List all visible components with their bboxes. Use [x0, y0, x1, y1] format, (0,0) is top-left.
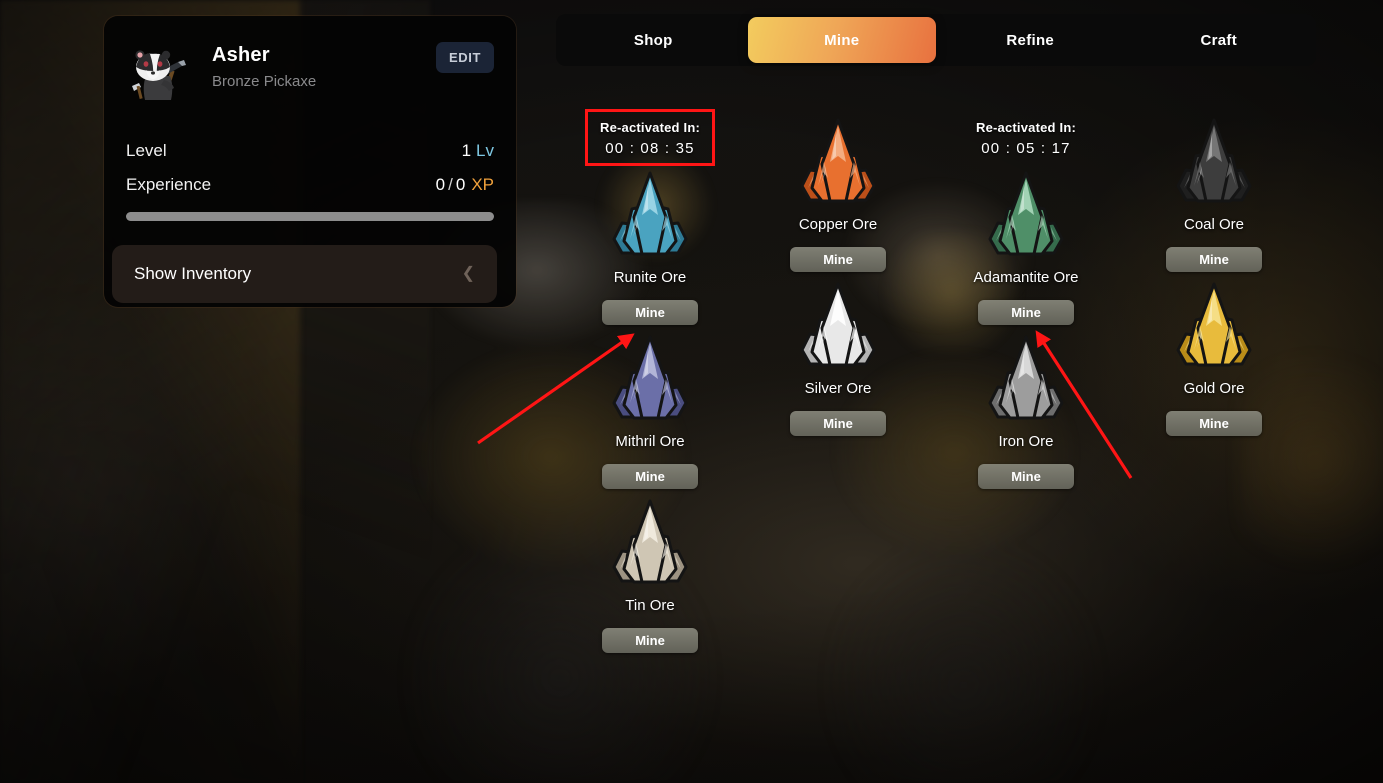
badger-miner-avatar-icon [126, 42, 198, 104]
mine-button-runite-ore[interactable]: Mine [602, 300, 698, 325]
gold-ore-icon [1166, 276, 1262, 376]
tab-shop[interactable]: Shop [559, 17, 748, 63]
level-unit: Lv [476, 141, 494, 160]
ore-card-copper-ore: Copper Ore Mine [744, 112, 932, 272]
copper-ore-icon [790, 112, 886, 212]
xp-unit: XP [471, 175, 494, 194]
ore-name: Tin Ore [625, 597, 674, 614]
timer-title: Re-activated In: [600, 120, 700, 135]
mine-button-iron-ore[interactable]: Mine [978, 464, 1074, 489]
game-screen: Asher Bronze Pickaxe EDIT Level 1 Lv Expe… [0, 0, 1383, 783]
chevron-left-icon: ❮ [462, 266, 475, 282]
mine-button-coal-ore[interactable]: Mine [1166, 247, 1262, 272]
profile-header: Asher Bronze Pickaxe EDIT [104, 16, 516, 104]
ore-name: Copper Ore [799, 216, 877, 233]
ore-card-runite-ore: Re-activated In: 00 : 08 : 35 Runite Ore Mi… [556, 112, 744, 325]
mine-button-gold-ore[interactable]: Mine [1166, 411, 1262, 436]
stat-row-level: Level 1 Lv [126, 134, 494, 168]
tab-label: Shop [634, 32, 673, 49]
coal-ore-icon [1166, 112, 1262, 212]
edit-profile-button[interactable]: EDIT [436, 42, 494, 73]
ore-name: Mithril Ore [615, 433, 684, 450]
ore-column-1: Copper Ore Mine Silver Ore Mine [744, 112, 932, 440]
tab-label: Mine [824, 32, 859, 49]
ore-card-adamantite-ore: Re-activated In: 00 : 05 : 17 Adamantite O… [932, 112, 1120, 325]
experience-progress-bar [126, 212, 494, 221]
ore-card-coal-ore: Coal Ore Mine [1120, 112, 1308, 272]
ore-card-mithril-ore: Mithril Ore Mine [556, 329, 744, 489]
ore-column-2: Re-activated In: 00 : 05 : 17 Adamantite O… [932, 112, 1120, 493]
tab-label: Craft [1200, 32, 1237, 49]
mine-button-silver-ore[interactable]: Mine [790, 411, 886, 436]
iron-ore-icon [978, 329, 1074, 429]
tab-label: Refine [1006, 32, 1054, 49]
main-tab-bar: Shop Mine Refine Craft [556, 14, 1316, 66]
ore-card-tin-ore: Tin Ore Mine [556, 493, 744, 653]
xp-separator: / [448, 175, 453, 194]
mine-button-adamantite-ore[interactable]: Mine [978, 300, 1074, 325]
adamantite-ore-icon [978, 165, 1074, 265]
level-number: 1 [462, 141, 471, 160]
ore-name: Adamantite Ore [973, 269, 1078, 286]
reactivation-timer-runite-ore: Re-activated In: 00 : 08 : 35 [588, 112, 712, 163]
level-value: 1 Lv [462, 141, 494, 161]
tab-mine[interactable]: Mine [748, 17, 937, 63]
stat-row-experience: Experience 0/0 XP [126, 168, 494, 202]
ore-column-3: Coal Ore Mine Gold Ore Mine [1120, 112, 1308, 440]
reactivation-timer-adamantite-ore: Re-activated In: 00 : 05 : 17 [964, 112, 1088, 163]
tab-refine[interactable]: Refine [936, 17, 1125, 63]
player-equipment: Bronze Pickaxe [212, 73, 436, 90]
ore-grid: Re-activated In: 00 : 08 : 35 Runite Ore Mi… [556, 112, 1316, 772]
player-stats: Level 1 Lv Experience 0/0 XP [104, 134, 516, 221]
mine-button-mithril-ore[interactable]: Mine [602, 464, 698, 489]
mine-button-copper-ore[interactable]: Mine [790, 247, 886, 272]
ore-name: Coal Ore [1184, 216, 1244, 233]
tin-ore-icon [602, 493, 698, 593]
runite-ore-icon [602, 165, 698, 265]
ore-name: Iron Ore [998, 433, 1053, 450]
xp-max: 0 [456, 175, 465, 194]
level-label: Level [126, 141, 167, 161]
timer-value: 00 : 08 : 35 [600, 140, 700, 157]
silver-ore-icon [790, 276, 886, 376]
profile-identity: Asher Bronze Pickaxe [212, 40, 436, 90]
experience-label: Experience [126, 175, 211, 195]
ore-name: Runite Ore [614, 269, 687, 286]
ore-name: Silver Ore [805, 380, 872, 397]
xp-current: 0 [436, 175, 445, 194]
show-inventory-label: Show Inventory [134, 264, 251, 284]
mine-button-tin-ore[interactable]: Mine [602, 628, 698, 653]
ore-card-silver-ore: Silver Ore Mine [744, 276, 932, 436]
player-name: Asher [212, 44, 436, 67]
ore-card-gold-ore: Gold Ore Mine [1120, 276, 1308, 436]
timer-title: Re-activated In: [976, 120, 1076, 135]
experience-value: 0/0 XP [436, 175, 494, 195]
mithril-ore-icon [602, 329, 698, 429]
show-inventory-button[interactable]: Show Inventory ❮ [112, 245, 497, 303]
tab-craft[interactable]: Craft [1125, 17, 1314, 63]
ore-column-0: Re-activated In: 00 : 08 : 35 Runite Ore Mi… [556, 112, 744, 657]
ore-card-iron-ore: Iron Ore Mine [932, 329, 1120, 489]
ore-name: Gold Ore [1184, 380, 1245, 397]
timer-value: 00 : 05 : 17 [976, 140, 1076, 157]
